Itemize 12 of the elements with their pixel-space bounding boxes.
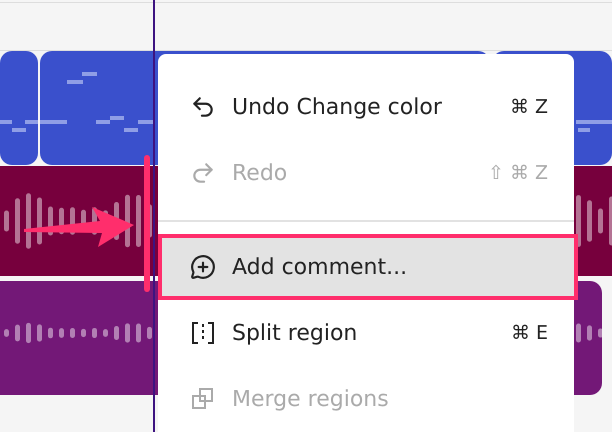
menu-item[interactable]: Undo Change color ⌘ Z [158, 74, 574, 140]
shortcut-label: ⌘ Z [510, 96, 548, 118]
menu-item[interactable]: Split region ⌘ E [158, 300, 574, 366]
menu-item[interactable]: Add comment... [158, 234, 578, 300]
overlapping-squares-icon [190, 386, 216, 412]
track-region[interactable] [0, 51, 38, 165]
midi-notes-drawing [576, 120, 612, 132]
midi-notes-drawing [0, 120, 38, 132]
split-icon [190, 320, 216, 346]
comment-plus-icon [190, 254, 216, 280]
shortcut-label: ⇧ ⌘ Z [488, 162, 548, 184]
shortcut-label: ⌘ E [510, 322, 548, 344]
